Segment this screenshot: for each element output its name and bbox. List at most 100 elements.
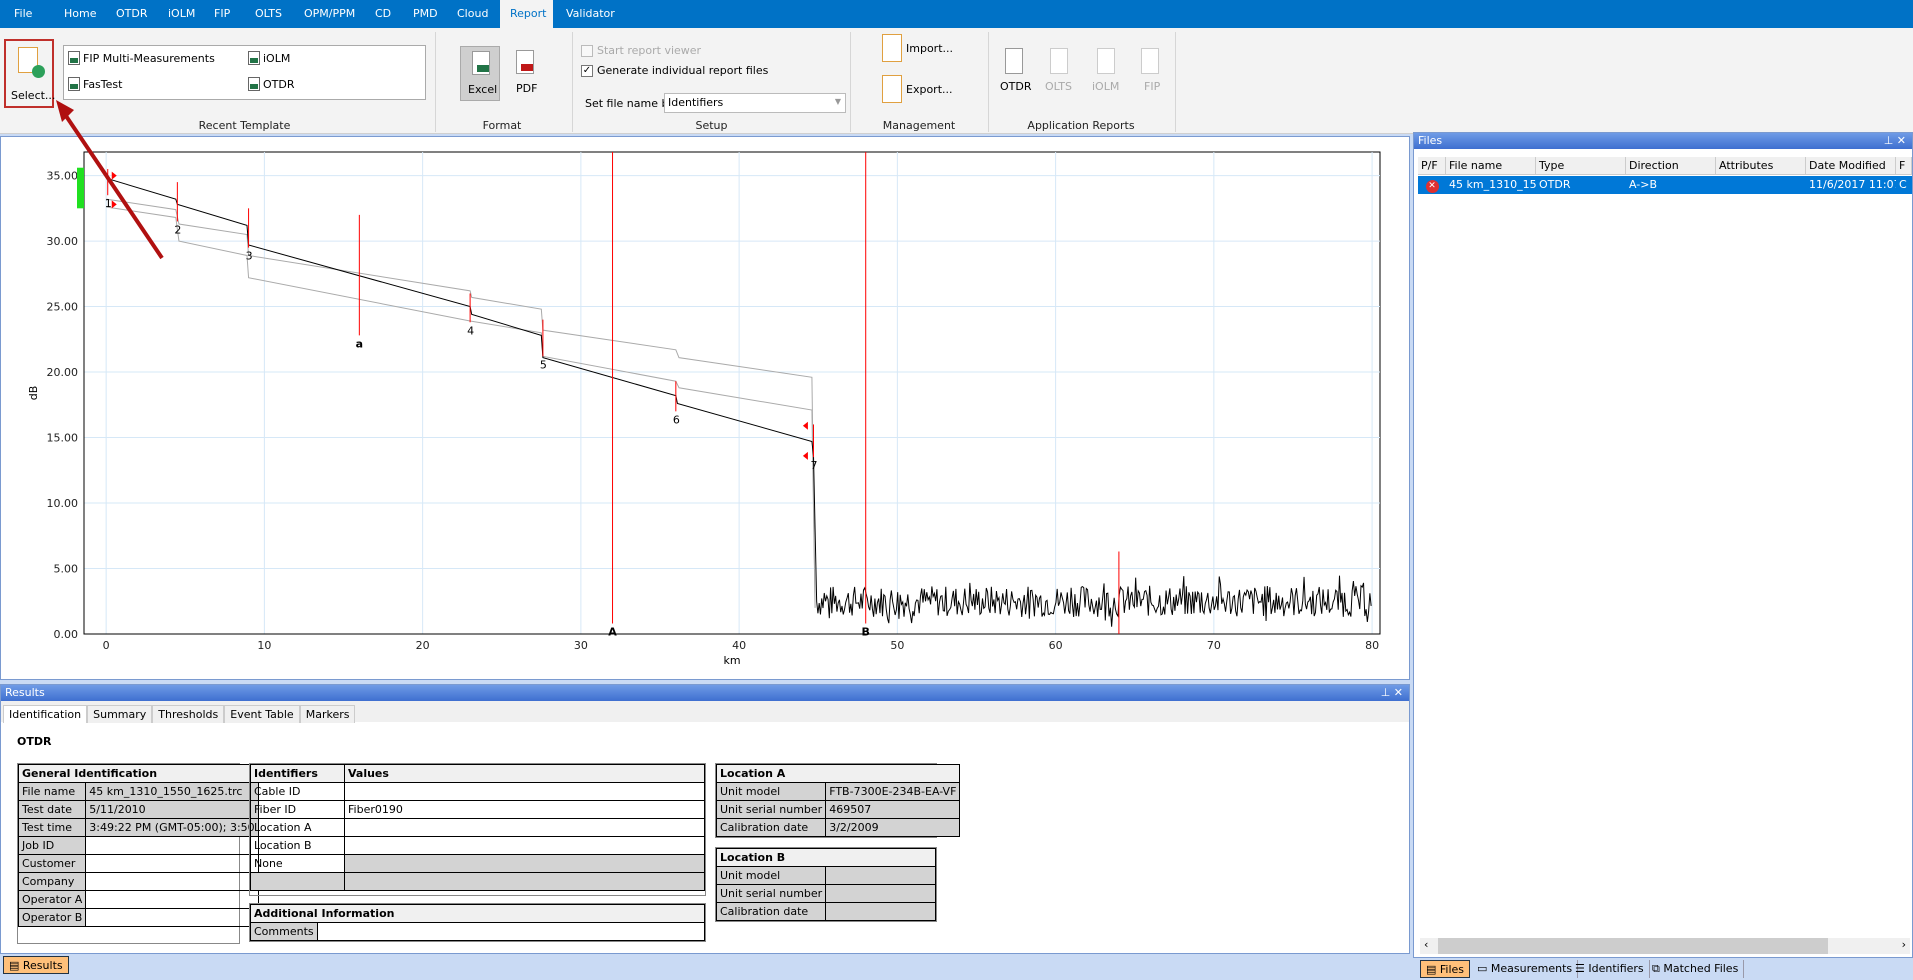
column-header[interactable]: Attributes bbox=[1716, 157, 1806, 174]
tab-report[interactable]: Report bbox=[500, 0, 553, 28]
table-cell bbox=[316, 922, 706, 941]
divider bbox=[435, 32, 436, 132]
event-label: 6 bbox=[673, 413, 680, 426]
app-report-iolm-button[interactable]: iOLM bbox=[1092, 48, 1119, 93]
ruler-icon: ▭ bbox=[1477, 962, 1491, 975]
app-report-fip-button[interactable]: FIP bbox=[1141, 48, 1160, 93]
table-row: Cable ID bbox=[250, 782, 705, 801]
app-report-label: iOLM bbox=[1092, 80, 1120, 93]
table-row: Job ID bbox=[17, 836, 259, 855]
scrollbar-thumb[interactable] bbox=[1438, 938, 1828, 954]
excel-format-button[interactable]: Excel bbox=[460, 46, 500, 101]
tab-cd[interactable]: CD bbox=[365, 0, 401, 28]
bottom-tab-measurements[interactable]: ▭ Measurements bbox=[1472, 960, 1579, 978]
bottom-tab-files[interactable]: ▤ Files bbox=[1420, 960, 1471, 978]
table-cell: 3:49:22 PM (GMT-05:00); 3:50 bbox=[85, 818, 259, 837]
scroll-right-icon[interactable]: › bbox=[1902, 938, 1906, 951]
results-heading: OTDR bbox=[17, 735, 52, 748]
template-iolm[interactable]: iOLM bbox=[248, 51, 290, 65]
column-header[interactable]: Direction bbox=[1626, 157, 1716, 174]
table-cell: Test date bbox=[17, 800, 87, 819]
scroll-left-icon[interactable]: ‹ bbox=[1424, 938, 1428, 951]
table-cell: Cable ID bbox=[250, 782, 345, 801]
tab-markers[interactable]: Markers bbox=[299, 705, 356, 723]
fip-report-icon bbox=[1141, 48, 1159, 74]
y-tick-label: 5.00 bbox=[54, 563, 79, 576]
app-report-otdr-button[interactable]: OTDR bbox=[1000, 48, 1032, 93]
otdr-trace-chart[interactable]: 0 10 20 30 40 50 60 70 80 0.00 5.00 10.00 15.00 20.00… bbox=[1, 137, 1409, 679]
tab-olts[interactable]: OLTS bbox=[245, 0, 292, 28]
group-label: Format bbox=[482, 119, 522, 132]
table-row: Location A bbox=[250, 818, 705, 837]
app-report-olts-button[interactable]: OLTS bbox=[1045, 48, 1072, 93]
ribbon-tab-bar: File Home OTDR iOLM FIP OLTS OPM/PPM CD … bbox=[0, 0, 1913, 28]
table-cell bbox=[85, 908, 259, 927]
app-report-label: FIP bbox=[1144, 80, 1161, 93]
pin-close-icons[interactable]: ⊥ ✕ bbox=[1884, 133, 1906, 149]
table-cell bbox=[85, 872, 259, 891]
tab-validator[interactable]: Validator bbox=[556, 0, 625, 28]
table-cell: Customer bbox=[17, 854, 87, 873]
tab-thresholds[interactable]: Thresholds bbox=[152, 705, 225, 723]
file-row[interactable]: ✕45 km_1310_1550OTDR A->B 11/6/2017 11:07:… bbox=[1418, 176, 1912, 194]
column-header[interactable]: File name bbox=[1446, 157, 1536, 174]
table-cell bbox=[85, 854, 259, 873]
x-tick-label: 40 bbox=[732, 639, 746, 652]
import-icon bbox=[882, 34, 902, 62]
template-label: iOLM bbox=[263, 51, 291, 65]
generate-individual-checkbox[interactable]: ✓ Generate individual report files bbox=[581, 64, 768, 77]
template-otdr[interactable]: OTDR bbox=[248, 77, 295, 91]
horizontal-scrollbar[interactable]: ‹ › bbox=[1420, 938, 1910, 954]
identifiers-box: Identifiers Values Cable ID Fiber ID Fiber01… bbox=[249, 763, 706, 896]
x-tick-label: 10 bbox=[257, 639, 271, 652]
y-tick-label: 15.00 bbox=[47, 432, 79, 445]
general-id-box: General Identification File name 45 km_131… bbox=[17, 763, 259, 944]
pdf-format-button[interactable]: PDF bbox=[506, 46, 546, 101]
fail-status-icon: ✕ bbox=[1418, 176, 1446, 194]
xls-icon bbox=[248, 51, 260, 65]
column-header[interactable]: P/F bbox=[1418, 157, 1446, 174]
pin-close-icons[interactable]: ⊥ ✕ bbox=[1381, 685, 1403, 701]
event-label: 7 bbox=[810, 459, 817, 472]
tab-opm-ppm[interactable]: OPM/PPM bbox=[294, 0, 365, 28]
tab-cloud[interactable]: Cloud bbox=[447, 0, 498, 28]
file-name-dropdown[interactable]: Identifiers ▼ bbox=[664, 93, 846, 113]
table-cell: Unit model bbox=[715, 782, 827, 801]
tab-fip[interactable]: FIP bbox=[204, 0, 240, 28]
tab-event-table[interactable]: Event Table bbox=[224, 705, 300, 723]
group-label: Management bbox=[882, 119, 956, 132]
table-cell: Location A bbox=[250, 818, 345, 837]
table-cell bbox=[85, 836, 259, 855]
bottom-tab-identifiers[interactable]: ☰ Identifiers bbox=[1570, 960, 1650, 978]
divider bbox=[572, 32, 573, 132]
table-title: Location A bbox=[715, 764, 961, 783]
bottom-tab-matched-files[interactable]: ⧉ Matched Files bbox=[1647, 960, 1745, 978]
otdr-report-icon bbox=[1005, 48, 1023, 74]
x-tick-label: 30 bbox=[574, 639, 588, 652]
column-header[interactable]: F bbox=[1896, 157, 1912, 174]
table-row: Operator A bbox=[17, 890, 259, 909]
export-button[interactable]: Export... bbox=[882, 75, 953, 103]
tab-pmd[interactable]: PMD bbox=[403, 0, 448, 28]
table-row: Unit model bbox=[715, 866, 936, 885]
column-header[interactable]: Type bbox=[1536, 157, 1626, 174]
table-cell: 469507 bbox=[825, 800, 961, 819]
excel-label: Excel bbox=[468, 83, 498, 96]
column-header[interactable]: Date Modified bbox=[1806, 157, 1896, 174]
table-cell bbox=[825, 902, 936, 921]
table-row: Test time 3:49:22 PM (GMT-05:00); 3:50 bbox=[17, 818, 259, 837]
tab-summary[interactable]: Summary bbox=[87, 705, 153, 723]
table-cell bbox=[344, 872, 705, 891]
table-row: Calibration date bbox=[715, 902, 936, 921]
table-cell bbox=[344, 782, 705, 801]
bottom-tab-results[interactable]: ▤ Results bbox=[3, 956, 69, 974]
file-cell-attributes bbox=[1716, 176, 1806, 194]
import-button[interactable]: Import... bbox=[882, 34, 953, 62]
tab-label: Matched Files bbox=[1663, 962, 1739, 975]
tab-identification[interactable]: Identification bbox=[3, 705, 88, 723]
start-report-viewer-checkbox[interactable]: Start report viewer bbox=[581, 44, 701, 57]
divider bbox=[1175, 32, 1176, 132]
files-panel: Files ⊥ ✕ P/F File name Type Direction Attrib… bbox=[1413, 132, 1913, 958]
table-row: Company bbox=[17, 872, 259, 891]
dropdown-value: Identifiers bbox=[668, 96, 724, 109]
